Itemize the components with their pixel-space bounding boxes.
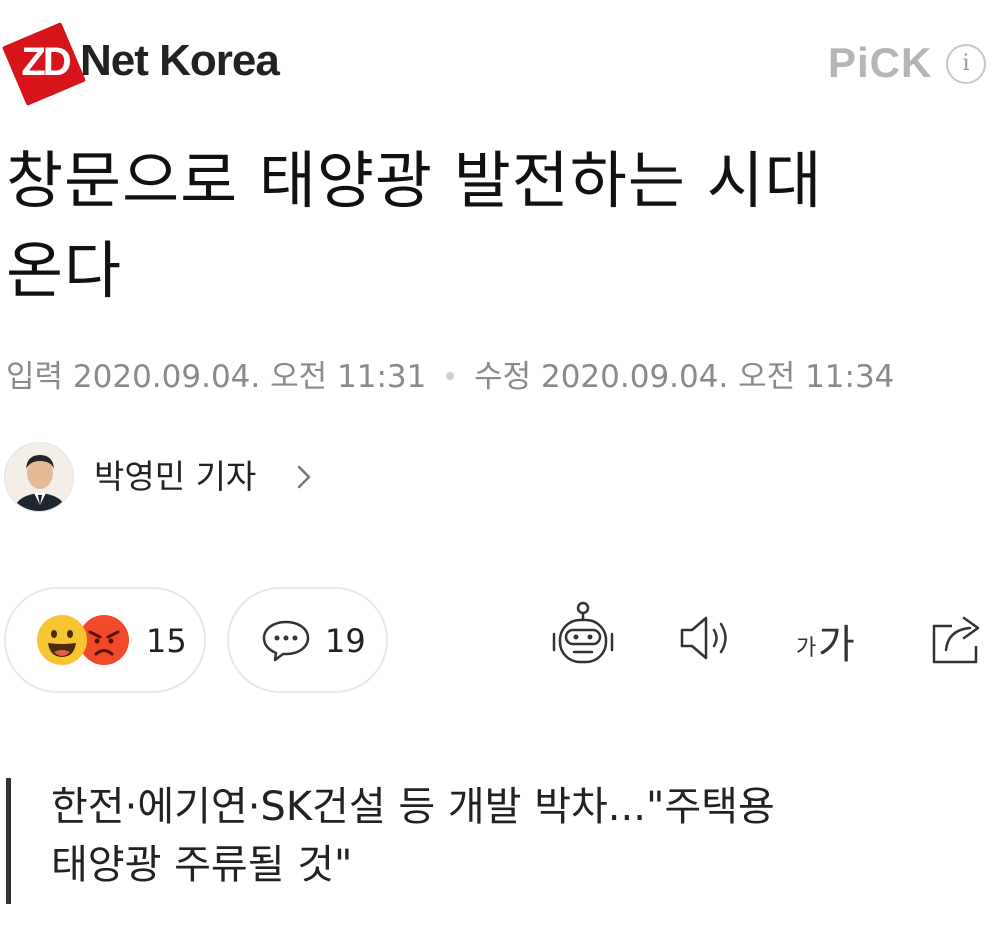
article-title-line1: 창문으로 태양광 발전하는 시대 [6, 144, 823, 217]
pick-label: PiCK [828, 39, 933, 86]
article-subtitle: 한전·에기연·SK건설 등 개발 박차..."주택용 태양광 주류될 것" [6, 778, 966, 904]
speaker-icon[interactable] [676, 600, 736, 676]
reaction-button[interactable]: 15 [4, 587, 206, 693]
edit-label: 수정 [474, 359, 532, 395]
comment-button[interactable]: 19 [227, 587, 388, 693]
article-title-line2: 온다 [6, 234, 123, 307]
font-size-small-glyph: 가 [796, 636, 817, 661]
info-icon[interactable]: i [946, 44, 986, 84]
reaction-count: 15 [146, 622, 187, 660]
dot-separator [446, 371, 455, 380]
article-title: 창문으로 태양광 발전하는 시대 온다 [6, 136, 991, 316]
subtitle-line2: 태양광 주류될 것" [51, 842, 353, 888]
edit-datetime: 2020.09.04. 오전 11:34 [540, 359, 895, 395]
robot-icon[interactable] [548, 600, 618, 676]
input-label: 입력 [6, 359, 64, 395]
font-size-big-glyph: 가 [818, 622, 855, 668]
header: ZD Net Korea PiCK i [0, 0, 998, 120]
comment-count: 19 [325, 622, 366, 660]
comment-icon [262, 620, 310, 662]
article-dates: 입력 2020.09.04. 오전 11:31 수정 2020.09.04. 오… [6, 352, 996, 402]
reporter-link[interactable]: 박영민 기자 [4, 442, 404, 514]
reporter-name: 박영민 기자 [94, 457, 257, 496]
chevron-right-icon [297, 465, 311, 489]
zdnet-korea-logo[interactable]: ZD Net Korea [0, 22, 280, 114]
font-size-icon[interactable]: 가 가 [796, 600, 866, 676]
logo-badge-text: ZD [21, 40, 71, 84]
happy-emoji-icon [37, 615, 87, 665]
logo-wordmark: Net Korea [80, 36, 280, 85]
reporter-avatar [4, 442, 74, 512]
share-icon[interactable] [926, 600, 988, 676]
subtitle-line1: 한전·에기연·SK건설 등 개발 박차..."주택용 [51, 784, 775, 830]
input-datetime: 2020.09.04. 오전 11:31 [72, 359, 427, 395]
